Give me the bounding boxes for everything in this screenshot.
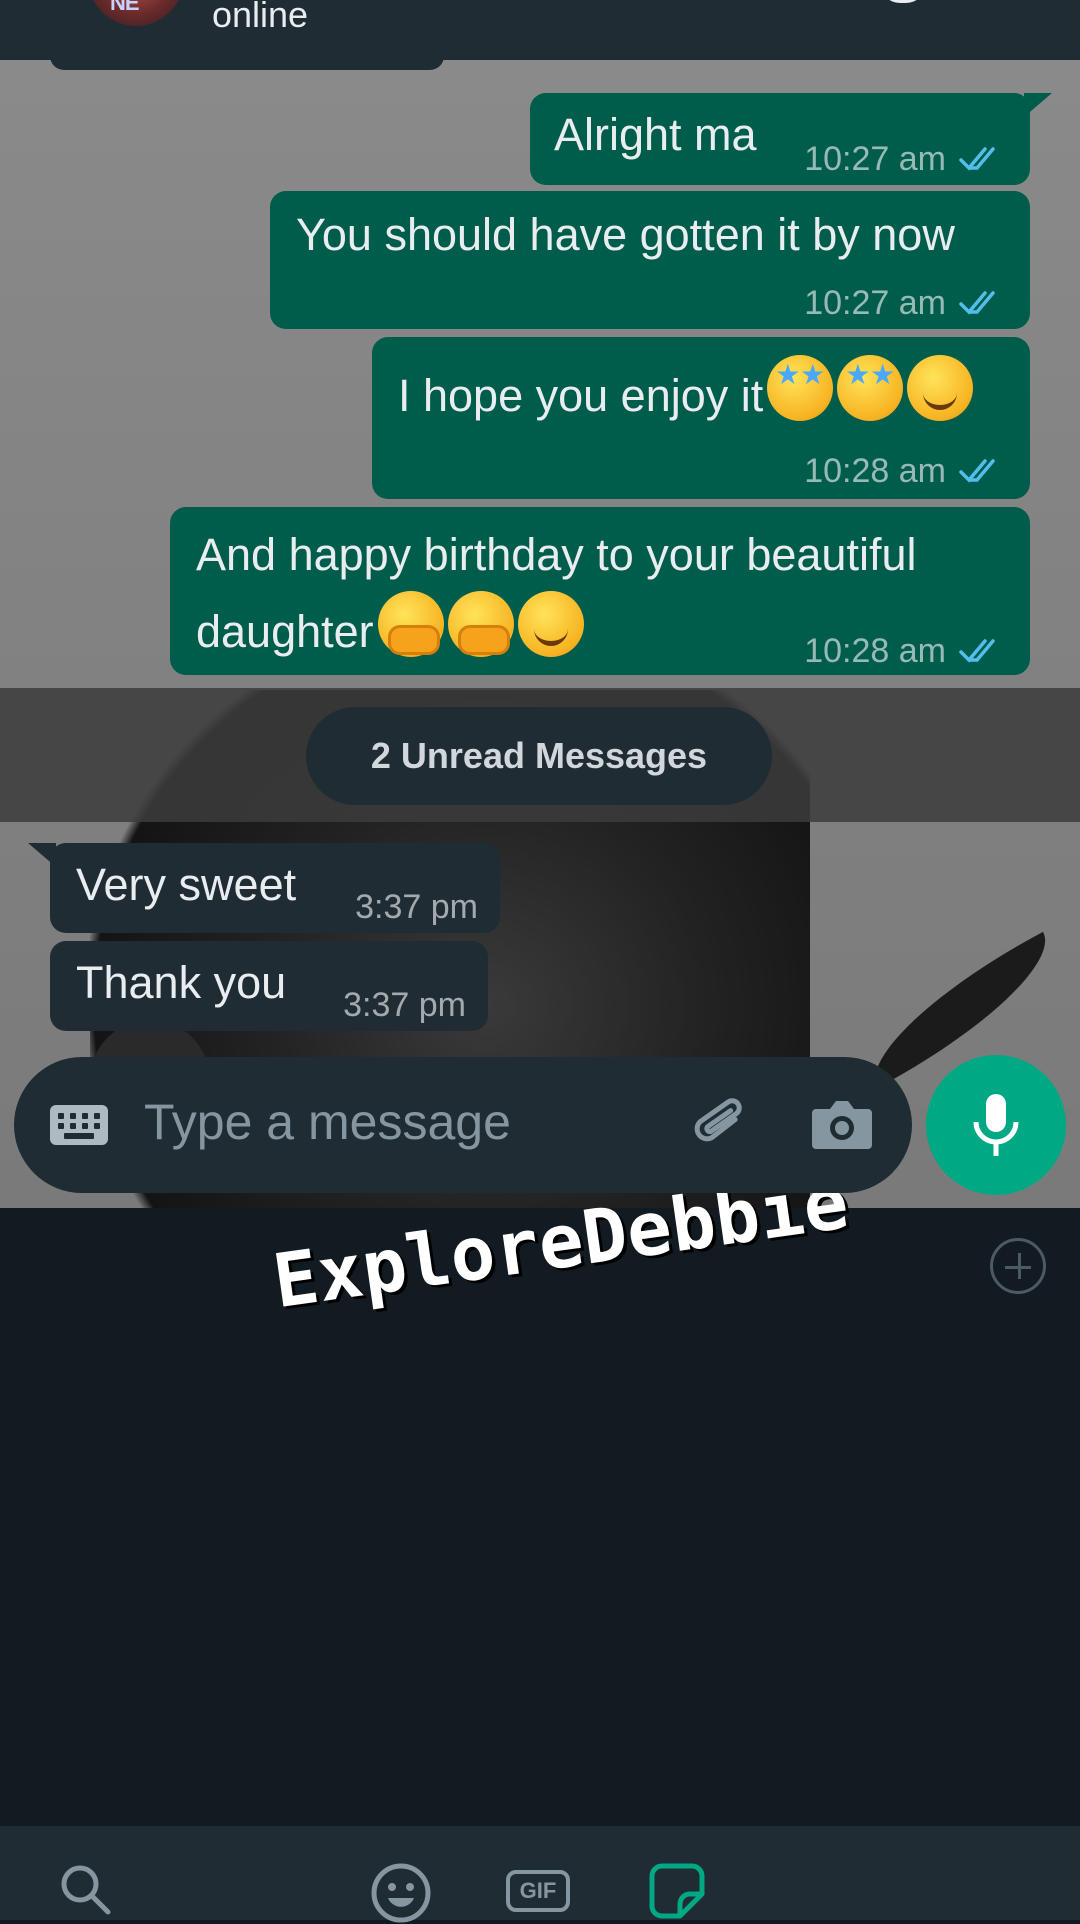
message-time: 3:37 pm	[355, 888, 478, 926]
star-struck-emoji-icon	[767, 355, 834, 421]
gif-label: GIF	[519, 1878, 557, 1903]
smiling-face-emoji-icon	[907, 355, 974, 421]
message-meta: 10:27 am	[804, 271, 1008, 335]
message-meta: 10:27 am	[804, 127, 1008, 191]
sticker-panel	[0, 1208, 1080, 1826]
message-content: I hope you enjoy it	[398, 355, 974, 428]
read-ticks-icon	[959, 459, 995, 483]
call-icon[interactable]	[880, 0, 926, 3]
contact-avatar[interactable]: NE	[88, 0, 184, 26]
read-ticks-icon	[959, 291, 995, 315]
message-text: Thank you	[76, 957, 287, 1008]
add-sticker-icon[interactable]	[990, 1238, 1046, 1294]
message-text: I hope you enjoy it	[398, 370, 764, 421]
star-struck-emoji-icon	[837, 355, 904, 421]
avatar-initials: NE	[110, 0, 140, 15]
message-bubble-outgoing[interactable]: And happy birthday to your beautiful dau…	[170, 507, 1030, 675]
message-text-line: daughter	[196, 606, 374, 657]
message-composer[interactable]: Type a message	[14, 1057, 912, 1193]
search-icon[interactable]	[58, 1862, 112, 1916]
microphone-icon	[973, 1094, 1019, 1156]
emoji-tab-icon[interactable]	[370, 1862, 432, 1924]
message-time: 10:27 am	[804, 140, 946, 178]
message-time: 10:28 am	[804, 632, 946, 670]
message-input[interactable]: Type a message	[144, 1093, 511, 1151]
message-text: Very sweet	[76, 859, 297, 910]
contact-status: online	[212, 0, 309, 35]
message-content: daughter	[196, 591, 584, 664]
message-time: 3:37 pm	[343, 986, 466, 1024]
message-bubble-outgoing[interactable]: You should have gotten it by now 10:27 a…	[270, 191, 1030, 329]
message-bubble-outgoing[interactable]: I hope you enjoy it 10:28 am	[372, 337, 1030, 499]
message-meta: 10:28 am	[804, 619, 1008, 683]
message-meta: 10:28 am	[804, 439, 1008, 503]
chat-header: NE online	[0, 0, 1080, 60]
sticker-tab-icon[interactable]	[648, 1862, 706, 1920]
attach-icon[interactable]	[682, 1087, 758, 1163]
message-bubble-outgoing[interactable]: Alright ma 10:27 am	[530, 93, 1052, 185]
message-bubble-incoming[interactable]: Thank you 3:37 pm	[50, 941, 488, 1031]
unread-messages-pill: 2 Unread Messages	[306, 707, 772, 805]
message-text: You should have gotten it by now	[296, 209, 955, 260]
hugging-face-emoji-icon	[447, 591, 514, 657]
message-text: Alright ma	[554, 109, 757, 160]
message-time: 10:27 am	[804, 284, 946, 322]
voice-message-button[interactable]	[926, 1055, 1066, 1195]
message-bubble-incoming[interactable]: Very sweet 3:37 pm	[28, 843, 500, 933]
message-text-line: And happy birthday to your beautiful	[196, 529, 917, 580]
read-ticks-icon	[959, 639, 995, 663]
read-ticks-icon	[959, 147, 995, 171]
smiling-face-emoji-icon	[517, 591, 584, 657]
message-time: 10:28 am	[804, 452, 946, 490]
gif-tab-button[interactable]: GIF	[506, 1870, 570, 1912]
hugging-face-emoji-icon	[377, 591, 444, 657]
camera-icon[interactable]	[810, 1097, 874, 1151]
keyboard-icon[interactable]	[50, 1105, 108, 1145]
